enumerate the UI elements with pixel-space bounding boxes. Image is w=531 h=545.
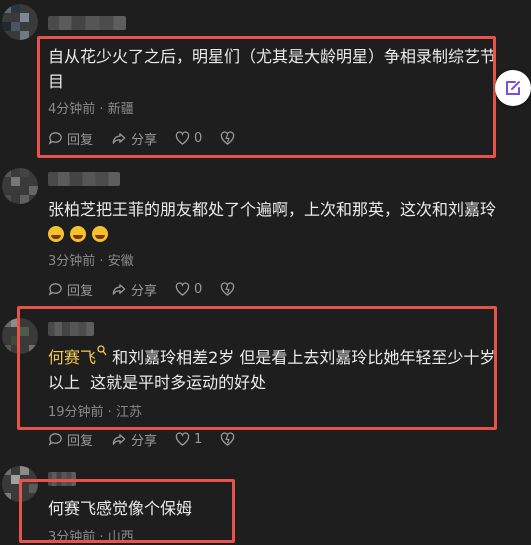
reply-button[interactable]: 回复 [48,129,93,148]
comment-meta: 19分钟前 · 江苏 [48,401,142,420]
share-button[interactable]: 分享 [111,280,157,299]
comment-text-content: 张柏芝把王菲的朋友都处了个遍啊，上次和那英，这次和刘嘉玲 [48,200,497,219]
like-count: 0 [194,281,203,297]
laughing-emoji-icon [70,226,86,242]
comment-time: 19分钟前 [48,405,104,420]
reply-button[interactable]: 回复 [48,430,93,449]
comment-location: 山西 [107,530,134,545]
like-icon [175,131,190,145]
share-icon [112,283,126,295]
comment-location: 新疆 [107,102,134,117]
comment-text: 何赛飞 和刘嘉玲相差2岁 但是看上去刘嘉玲比她年轻至少十岁以上 这就是平时多运动… [48,345,510,395]
share-icon [112,433,126,445]
comment-text: 自从花少火了之后，明星们（尤其是大龄明星）争相录制综艺节目 [48,47,497,91]
laughing-emoji-icon [48,226,64,242]
meta-separator: · [95,530,108,545]
edit-comment-button[interactable] [495,70,531,106]
dislike-button[interactable] [220,432,239,446]
avatar[interactable] [2,4,38,40]
comment-actions: 回复 分享 0 [48,128,257,148]
comment-meta: 3分钟前 · 山西 [48,526,134,545]
dislike-button[interactable] [220,131,239,145]
meta-separator: · [95,254,108,269]
comment-text: 张柏芝把王菲的朋友都处了个遍啊，上次和那英，这次和刘嘉玲 [48,197,510,247]
comment-location: 江苏 [115,405,142,420]
share-button[interactable]: 分享 [111,430,157,449]
dislike-icon [221,432,235,446]
reply-icon [48,282,62,296]
username[interactable] [48,172,120,186]
like-button[interactable]: 1 [175,432,202,447]
avatar[interactable] [2,318,38,354]
username[interactable] [48,16,126,30]
share-label: 分享 [131,433,158,449]
share-button[interactable]: 分享 [111,129,157,148]
comment-meta: 4分钟前 · 新疆 [48,98,134,117]
comment-time: 3分钟前 [48,254,96,269]
mentioned-user[interactable]: 何赛飞 [48,348,96,367]
laughing-emoji-icon [92,226,108,242]
like-button[interactable]: 0 [175,131,202,146]
like-icon [175,432,190,446]
username[interactable] [48,322,94,336]
reply-label: 回复 [67,433,94,449]
like-count: 0 [194,130,203,146]
like-count: 1 [194,431,203,447]
reply-icon [48,131,62,145]
dislike-icon [221,282,235,296]
share-label: 分享 [131,132,158,148]
meta-separator: · [103,405,116,420]
comment-actions: 回复 分享 1 [48,429,257,449]
comment-actions: 回复 分享 0 [48,279,257,299]
avatar[interactable] [2,168,38,204]
like-button[interactable]: 0 [175,282,202,297]
comment-meta: 3分钟前 · 安徽 [48,250,134,269]
meta-separator: · [95,102,108,117]
comment-location: 安徽 [107,254,134,269]
reply-label: 回复 [67,283,94,299]
reply-icon [48,432,62,446]
search-people-icon [97,345,107,356]
dislike-icon [221,131,235,145]
dislike-button[interactable] [220,282,239,296]
username[interactable] [48,472,76,486]
edit-comment-icon [506,81,520,95]
share-icon [112,132,126,144]
comment-time: 4分钟前 [48,102,96,117]
share-label: 分享 [131,283,158,299]
avatar[interactable] [2,466,38,502]
like-icon [175,282,190,296]
comment-text-content: 和刘嘉玲相差2岁 但是看上去刘嘉玲比她年轻至少十岁以上 这就是平时多运动的好处 [48,348,496,392]
reply-label: 回复 [67,132,94,148]
reply-button[interactable]: 回复 [48,280,93,299]
comment-text: 何赛飞感觉像个保姆 [48,499,193,518]
comment-time: 3分钟前 [48,530,96,545]
